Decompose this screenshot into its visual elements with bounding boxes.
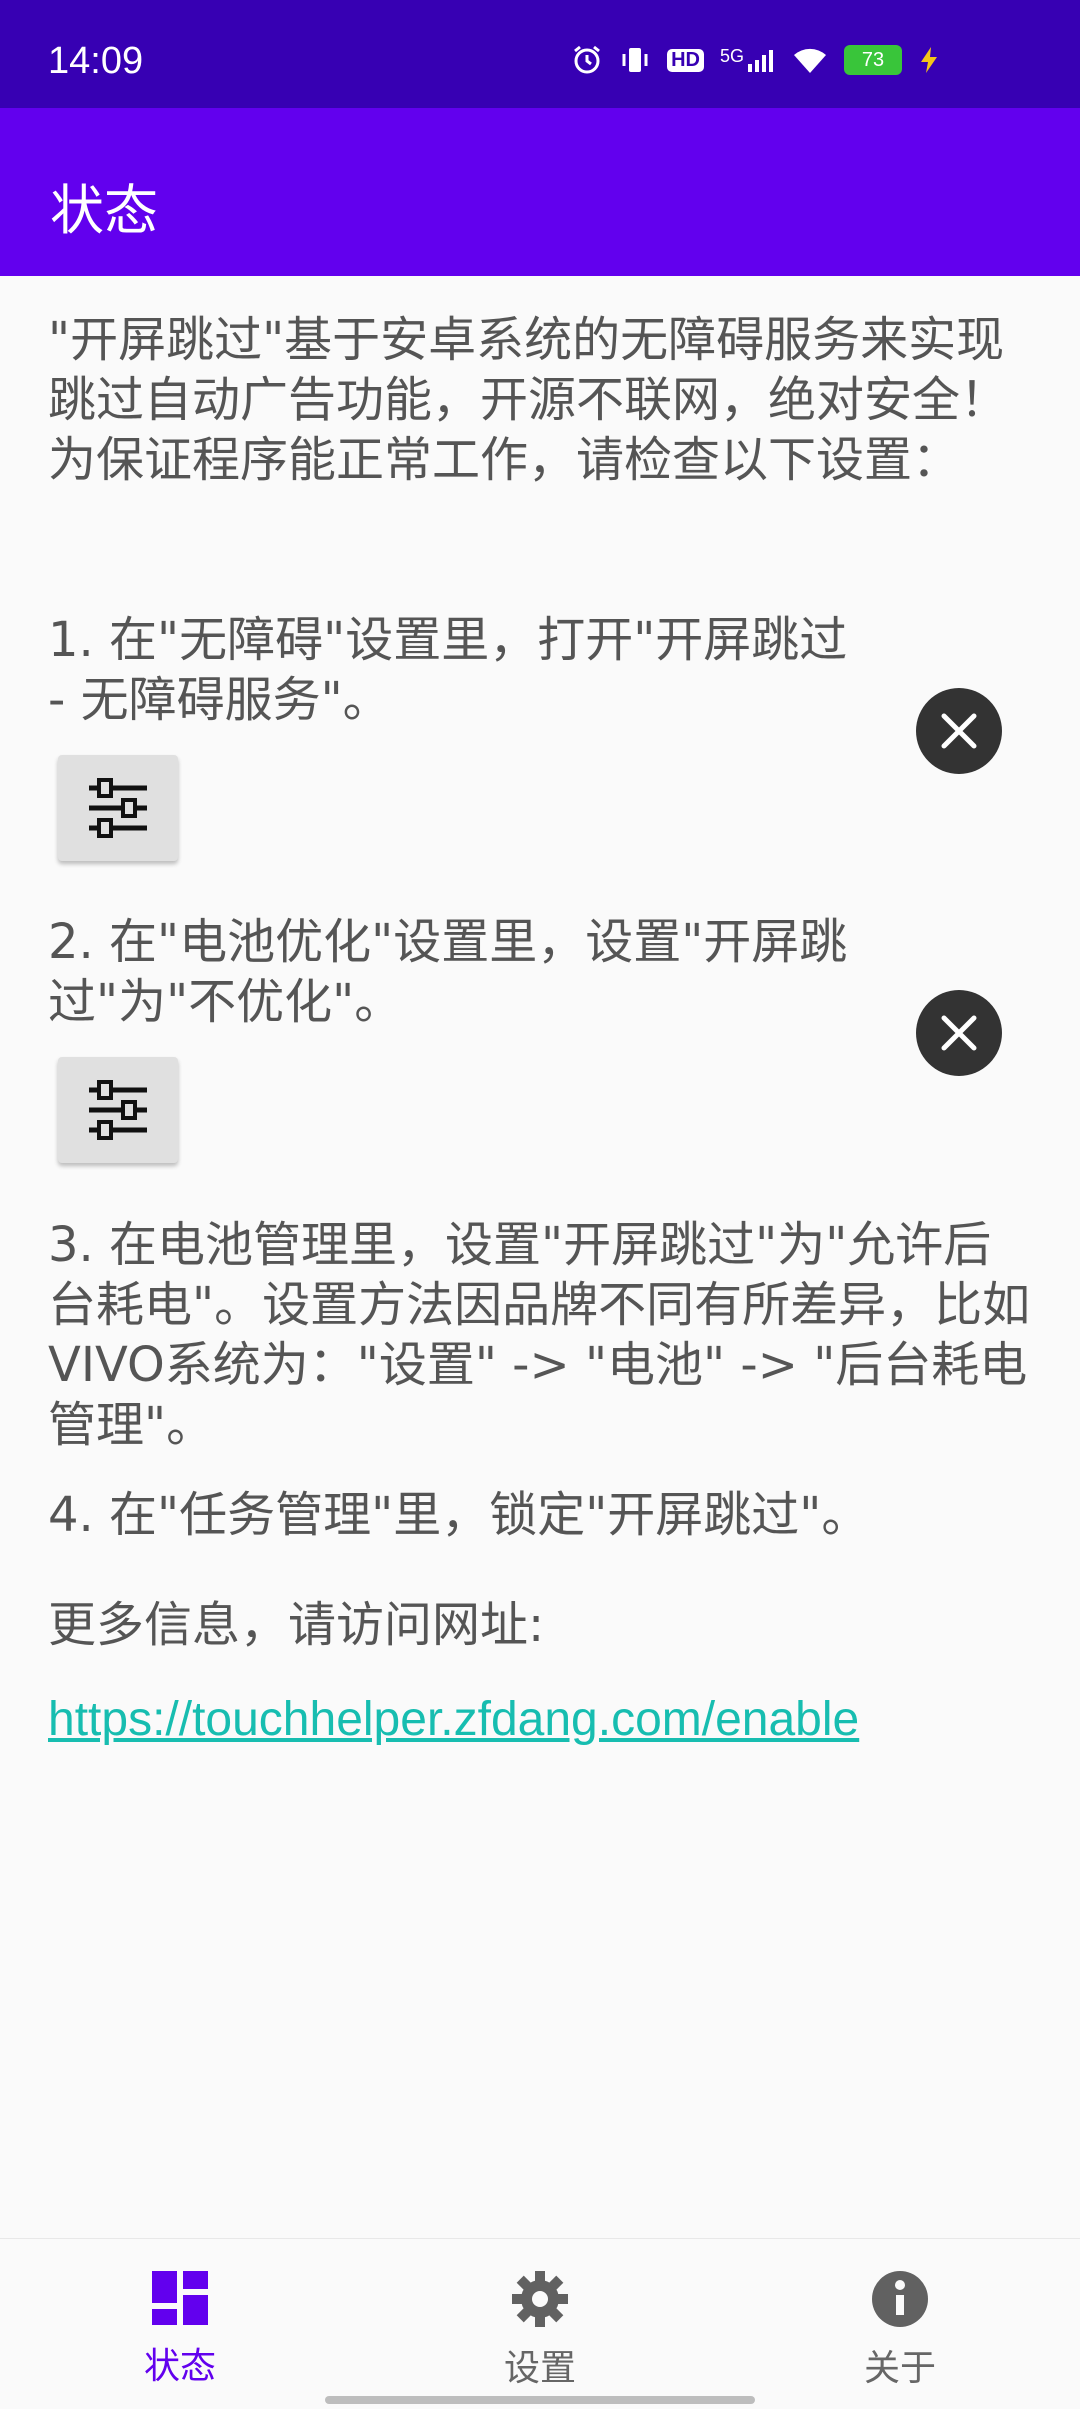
signal-5g-icon: 5G — [720, 46, 776, 74]
status-time: 14:09 — [48, 40, 144, 82]
app-bar: 状态 — [0, 108, 1080, 276]
status-icons: HD 5G 73 — [571, 44, 940, 76]
accessibility-settings-button[interactable] — [58, 755, 178, 861]
alarm-icon — [571, 44, 603, 76]
nav-label-about: 关于 — [863, 2348, 936, 2389]
nav-item-about[interactable]: 关于 — [800, 2269, 1000, 2391]
nav-label-settings: 设置 — [503, 2348, 576, 2389]
enable-guide-link[interactable]: https://touchhelper.zfdang.com/enable — [48, 1692, 859, 1747]
nav-label-status: 状态 — [143, 2346, 216, 2387]
step-2-text: 2. 在"电池优化"设置里，设置"开屏跳过"为"不优化"。 — [48, 914, 848, 1030]
battery-optimization-settings-button[interactable] — [58, 1057, 178, 1163]
battery-icon: 73 — [844, 45, 902, 75]
nav-item-settings[interactable]: 设置 — [440, 2269, 640, 2391]
gesture-home-bar[interactable] — [325, 2396, 755, 2404]
intro-text: "开屏跳过"基于安卓系统的无障碍服务来实现跳过自动广告功能，开源不联网，绝对安全… — [48, 312, 1009, 488]
network-type-label: 5G — [719, 46, 744, 66]
wifi-icon — [792, 45, 828, 75]
more-info-text: 更多信息，请访问网址: — [48, 1597, 545, 1653]
dashboard-icon — [152, 2271, 208, 2325]
step-1-text: 1. 在"无障碍"设置里，打开"开屏跳过 - 无障碍服务"。 — [48, 612, 848, 728]
step-3-text: 3. 在电池管理里，设置"开屏跳过"为"允许后台耗电"。设置方法因品牌不同有所差… — [48, 1217, 1031, 1453]
gear-icon — [512, 2271, 568, 2327]
info-icon — [872, 2271, 928, 2327]
step-1-status-close-button[interactable] — [916, 688, 1002, 774]
bottom-navigation: 状态 设置 关于 — [0, 2238, 1080, 2409]
vibrate-icon — [619, 44, 651, 76]
hd-icon: HD — [667, 48, 704, 72]
page-title: 状态 — [50, 179, 158, 242]
tune-icon — [89, 1080, 147, 1140]
charging-icon — [918, 45, 940, 75]
status-bar: 14:09 HD 5G 73 — [0, 0, 1080, 108]
close-icon — [941, 713, 977, 749]
step-4-text: 4. 在"任务管理"里，锁定"开屏跳过"。 — [48, 1487, 870, 1543]
tune-icon — [89, 778, 147, 838]
step-2-status-close-button[interactable] — [916, 990, 1002, 1076]
nav-item-status[interactable]: 状态 — [80, 2269, 280, 2389]
close-icon — [941, 1015, 977, 1051]
